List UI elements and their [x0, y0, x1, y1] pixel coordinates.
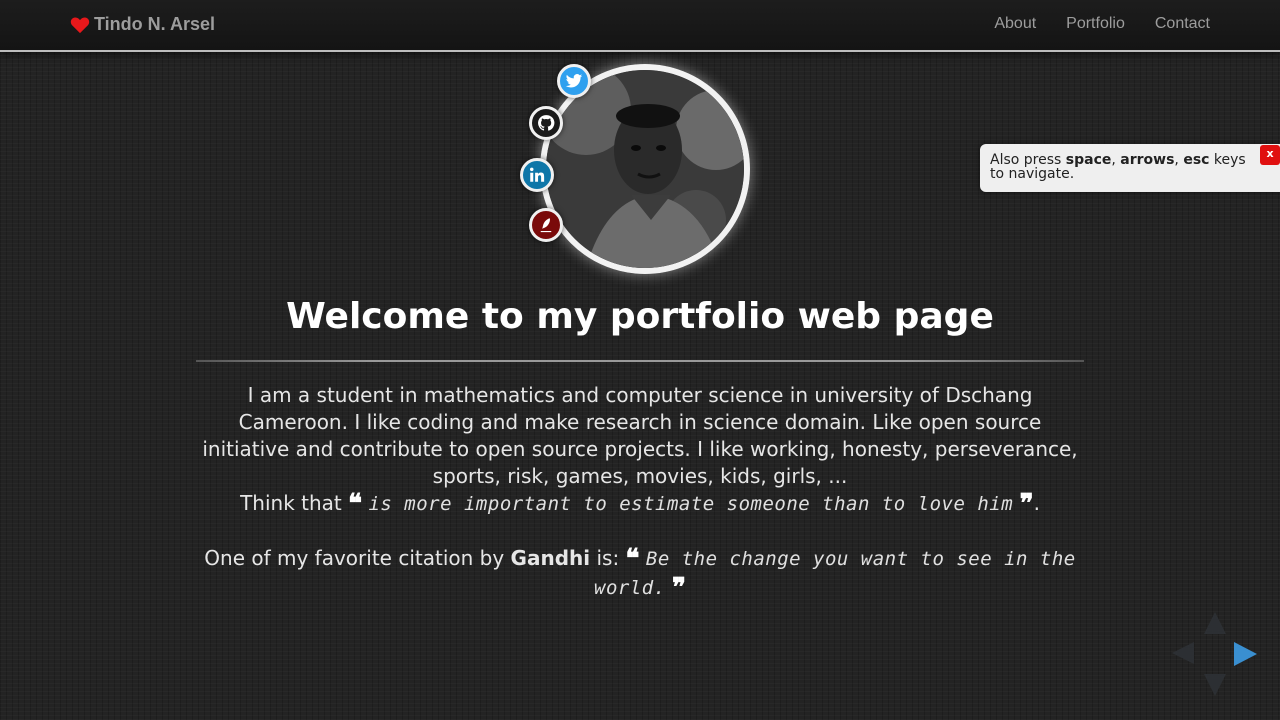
key-arrows: arrows [1120, 152, 1175, 168]
think-prefix: Think that [240, 491, 342, 515]
close-quote-icon: ❞ [1019, 489, 1034, 519]
github-icon [538, 115, 555, 131]
slide-navigation-controls [1172, 612, 1258, 696]
brand-link[interactable]: Tindo N. Arsel [70, 14, 215, 35]
toast-close-button[interactable]: x [1260, 145, 1280, 165]
twitter-icon [565, 74, 583, 88]
nav-about-link[interactable]: About [994, 15, 1036, 33]
nav-right-arrow-icon[interactable] [1234, 642, 1257, 666]
nav-down-arrow-icon[interactable] [1204, 674, 1226, 696]
blog-icon [540, 218, 552, 233]
think-suffix: . [1033, 491, 1040, 515]
blog-link[interactable] [529, 208, 563, 242]
nav-up-arrow-icon[interactable] [1204, 612, 1226, 634]
nav-portfolio-link[interactable]: Portfolio [1066, 15, 1125, 33]
toast-text: to navigate. [990, 166, 1075, 182]
linkedin-icon [530, 167, 545, 182]
citation-quote: Be the change you want to see in the wor… [594, 548, 1076, 599]
toast-text: keys [1213, 152, 1246, 168]
think-line: Think that ❝ is more important to estima… [196, 490, 1084, 518]
github-link[interactable] [529, 106, 563, 140]
title-divider [196, 360, 1084, 362]
linkedin-link[interactable] [520, 158, 554, 192]
favorite-citation: One of my favorite citation by Gandhi is… [196, 544, 1084, 602]
toast-sep: , [1174, 152, 1179, 168]
open-quote-icon: ❝ [625, 544, 640, 574]
citation-mid: is: [596, 546, 620, 570]
page-title: Welcome to my portfolio web page [286, 296, 994, 337]
profile-header [520, 64, 750, 284]
key-esc: esc [1183, 152, 1210, 168]
bio-paragraph: I am a student in mathematics and comput… [196, 382, 1084, 518]
think-quote: is more important to estimate someone th… [368, 493, 1014, 515]
nav-contact-link[interactable]: Contact [1155, 15, 1210, 33]
person-silhouette [546, 70, 744, 268]
bio-text: I am a student in mathematics and comput… [202, 383, 1078, 488]
nav-menu: About Portfolio Contact [994, 15, 1210, 33]
heart-icon [70, 17, 90, 33]
close-quote-icon: ❞ [672, 573, 686, 603]
nav-left-arrow-icon[interactable] [1172, 642, 1194, 664]
open-quote-icon: ❝ [348, 489, 363, 519]
citation-author: Gandhi [510, 546, 591, 570]
twitter-link[interactable] [557, 64, 591, 98]
navigation-hint-toast: Also press space, arrows, esc keys to na… [980, 144, 1280, 192]
citation-prefix: One of my favorite citation by [204, 546, 505, 570]
top-navbar: Tindo N. Arsel About Portfolio Contact [0, 0, 1280, 52]
toast-sep: , [1111, 152, 1116, 168]
brand-name: Tindo N. Arsel [94, 14, 216, 34]
